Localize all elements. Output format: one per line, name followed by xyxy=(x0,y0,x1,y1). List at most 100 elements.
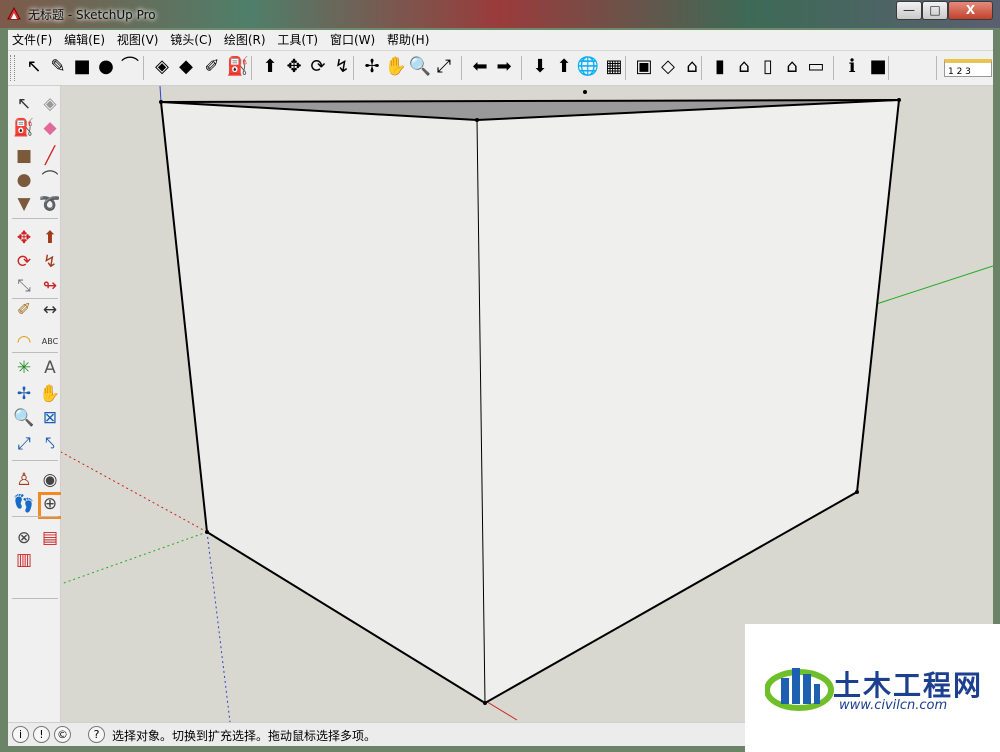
make-component-icon[interactable]: ◈ xyxy=(38,92,62,116)
pan-tool-icon[interactable]: ✋ xyxy=(38,382,62,406)
rectangle-tool-icon[interactable]: ■ xyxy=(12,144,36,168)
follow-me-icon[interactable]: ↯ xyxy=(38,250,62,274)
toolbar-separator xyxy=(461,56,462,80)
select-tool-icon[interactable]: ↖ xyxy=(22,54,46,80)
dynamic-components-icon[interactable]: ◇ xyxy=(656,54,680,80)
menu-edit[interactable]: 编辑(E) xyxy=(60,30,109,50)
left-toolbar-separator xyxy=(12,598,58,599)
make-component-icon[interactable]: ◈ xyxy=(150,54,174,80)
toolbar-grip[interactable] xyxy=(10,55,15,81)
model-info-icon[interactable]: ℹ xyxy=(840,54,864,80)
3d-text-tool-icon[interactable]: A xyxy=(38,356,62,380)
polygon-tool-icon[interactable]: ▼ xyxy=(12,192,36,216)
scale-tool-icon[interactable]: ⤡ xyxy=(12,274,36,298)
google-earth-icon[interactable]: 🌐 xyxy=(576,54,600,80)
protractor-tool-icon[interactable]: ◠ xyxy=(12,330,36,354)
zoom-tool-icon[interactable]: 🔍 xyxy=(12,406,36,430)
front-view-icon[interactable]: ⌂ xyxy=(732,54,756,80)
sandbox-from-contours-icon[interactable]: ⊗ xyxy=(12,526,36,550)
zoom-extents-icon[interactable]: ⤢ xyxy=(12,432,36,456)
left-toolbar-separator xyxy=(12,352,58,353)
minimize-button[interactable]: — xyxy=(896,1,922,20)
push-pull-icon[interactable]: ⬆ xyxy=(258,54,282,80)
copyright-icon[interactable]: © xyxy=(54,726,71,743)
pencil-tool-icon[interactable]: ✎ xyxy=(46,54,70,80)
box-left-face[interactable] xyxy=(161,102,485,703)
green-axis-negative xyxy=(61,531,208,585)
orbit-tool-icon[interactable]: ✢ xyxy=(12,382,36,406)
zoom-extents-icon[interactable]: ⤢ xyxy=(432,54,456,80)
menu-window[interactable]: 窗口(W) xyxy=(326,30,379,50)
menu-draw[interactable]: 绘图(R) xyxy=(220,30,270,50)
look-around-icon[interactable]: ◉ xyxy=(38,468,62,492)
window-title: 无标题 - SketchUp Pro xyxy=(28,8,156,22)
box-right-face[interactable] xyxy=(477,100,899,703)
section-plane-icon[interactable]: ⊕ xyxy=(38,492,62,516)
get-photo-texture-icon[interactable]: ▦ xyxy=(602,54,626,80)
paint-bucket-icon[interactable]: ⛽ xyxy=(12,116,36,140)
previous-view-icon[interactable]: ⬅ xyxy=(468,54,492,80)
eraser-tool-icon[interactable]: ◆ xyxy=(38,116,62,140)
move-tool-icon[interactable]: ✥ xyxy=(12,226,36,250)
component-browser-icon[interactable]: ▣ xyxy=(632,54,656,80)
next-view-icon[interactable]: ➡ xyxy=(492,54,516,80)
dimension-tool-icon[interactable]: ↔ xyxy=(38,298,62,322)
sandbox-smoove-icon[interactable]: ▥ xyxy=(12,548,36,572)
previous-view-icon[interactable]: ⤣ xyxy=(38,432,62,456)
top-view-icon[interactable]: ▮ xyxy=(708,54,732,80)
rotate-tool-icon[interactable]: ⟳ xyxy=(306,54,330,80)
left-toolbar-separator xyxy=(12,298,58,299)
circle-tool-icon[interactable]: ● xyxy=(12,168,36,192)
tape-measure-icon[interactable]: ✐ xyxy=(12,298,36,322)
eraser-tool-icon[interactable]: ◆ xyxy=(174,54,198,80)
close-button[interactable]: X xyxy=(948,1,993,20)
watermark-url: www.civilcn.com xyxy=(839,698,948,713)
window-frame-left xyxy=(0,28,8,752)
right-view-icon[interactable]: ▯ xyxy=(756,54,780,80)
blue-axis xyxy=(159,86,162,103)
back-view-icon[interactable]: ⌂ xyxy=(780,54,804,80)
select-tool-icon[interactable]: ↖ xyxy=(12,92,36,116)
geo-location-icon[interactable]: i xyxy=(12,726,29,743)
pan-tool-icon[interactable]: ✋ xyxy=(384,54,408,80)
credits-icon[interactable]: ! xyxy=(33,726,50,743)
sandbox-from-scratch-icon[interactable]: ▤ xyxy=(38,526,62,550)
position-camera-icon[interactable]: ♙ xyxy=(12,468,36,492)
zoom-tool-icon[interactable]: 🔍 xyxy=(408,54,432,80)
offset-tool-icon[interactable]: ↬ xyxy=(38,274,62,298)
left-view-icon[interactable]: ▭ xyxy=(804,54,828,80)
axes-tool-icon[interactable]: ✳ xyxy=(12,356,36,380)
toolbar-separator xyxy=(936,56,937,80)
solid-tools-icon[interactable]: ■ xyxy=(866,54,890,80)
menu-camera[interactable]: 镜头(C) xyxy=(166,30,216,50)
menu-view[interactable]: 视图(V) xyxy=(113,30,163,50)
push-pull-icon[interactable]: ⬆ xyxy=(38,226,62,250)
text-tool-icon[interactable]: ABC xyxy=(38,330,62,354)
rotate-tool-icon[interactable]: ⟳ xyxy=(12,250,36,274)
circle-tool-icon[interactable]: ● xyxy=(94,54,118,80)
walk-tool-icon[interactable]: 👣 xyxy=(12,492,36,516)
orbit-tool-icon[interactable]: ✢ xyxy=(360,54,384,80)
paint-bucket-icon[interactable]: ⛽ xyxy=(226,54,250,80)
move-tool-icon[interactable]: ✥ xyxy=(282,54,306,80)
menu-file[interactable]: 文件(F) xyxy=(8,30,56,50)
share-model-icon[interactable]: ⬆ xyxy=(552,54,576,80)
line-tool-icon[interactable]: ╱ xyxy=(38,144,62,168)
arc-tool-icon[interactable]: ⌒ xyxy=(38,168,62,192)
follow-me-icon[interactable]: ↯ xyxy=(330,54,354,80)
instructor-help-icon[interactable]: ? xyxy=(88,726,105,743)
rectangle-tool-icon[interactable]: ■ xyxy=(70,54,94,80)
menu-tools[interactable]: 工具(T) xyxy=(273,30,322,50)
freehand-tool-icon[interactable]: ➰ xyxy=(38,192,62,216)
zoom-window-icon[interactable]: ⊠ xyxy=(38,406,62,430)
tape-measure-icon[interactable]: ✐ xyxy=(200,54,224,80)
window-titlebar: 无标题 - SketchUp Pro — □ X xyxy=(0,0,1000,28)
toolbar-separator xyxy=(521,56,522,80)
toolbar-separator xyxy=(833,56,834,80)
layer-scale-box[interactable]: 1 2 3 xyxy=(944,59,992,77)
maximize-button[interactable]: □ xyxy=(922,1,948,20)
get-models-icon[interactable]: ⬇ xyxy=(528,54,552,80)
toolbar-separator xyxy=(251,56,252,80)
arc-tool-icon[interactable]: ⌒ xyxy=(118,54,142,80)
menu-help[interactable]: 帮助(H) xyxy=(383,30,433,50)
